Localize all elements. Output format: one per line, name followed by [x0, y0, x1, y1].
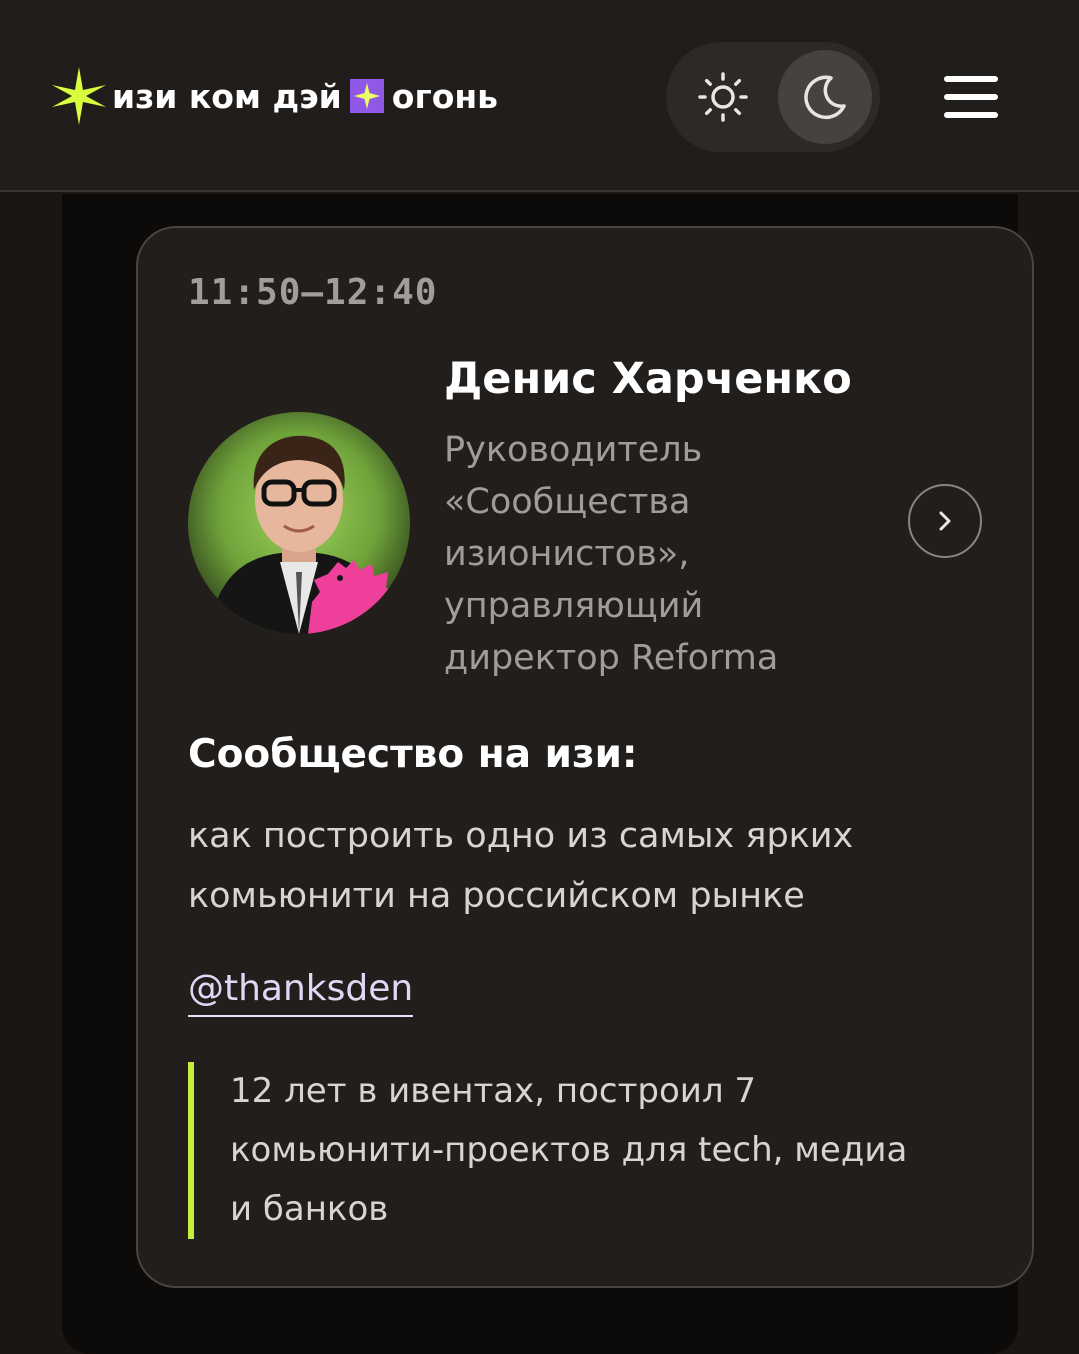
speaker-role: Руководитель «Сообщества изионистов», уп…: [444, 430, 779, 678]
speaker-avatar: [188, 412, 410, 634]
menu-bar: [944, 94, 998, 100]
sun-icon: [698, 72, 748, 122]
next-speaker-button[interactable]: [908, 484, 982, 558]
light-theme-button[interactable]: [676, 50, 770, 144]
talk-card: 11:50–12:40 Денис Харченко Руководитель …: [136, 226, 1034, 1288]
moon-icon: [804, 75, 846, 120]
sparkle-star-icon: [52, 67, 106, 125]
dark-theme-button[interactable]: [778, 50, 872, 144]
talk-subtitle: как построить одно из самых ярких комьюн…: [188, 816, 854, 916]
talk-title: Сообщество на изи:: [188, 732, 638, 777]
hamburger-menu-icon[interactable]: [940, 72, 1004, 122]
speaker-quote: 12 лет в ивентах, построил 7 комьюнити-п…: [188, 1062, 920, 1239]
theme-toggle: [666, 42, 880, 152]
logo-text-secondary: огонь: [391, 76, 499, 116]
speaker-name: Денис Харченко: [444, 354, 852, 404]
talk-time: 11:50–12:40: [188, 272, 438, 313]
logo-chip-icon: [349, 79, 384, 113]
site-logo[interactable]: изи ком дэй огонь: [48, 64, 498, 128]
speaker-handle-link[interactable]: @thanksden: [188, 968, 414, 1017]
logo-text-primary: изи ком дэй: [112, 76, 342, 116]
site-header: изи ком дэй огонь: [0, 0, 1079, 192]
chevron-right-icon: [939, 511, 951, 531]
menu-bar: [944, 112, 998, 118]
menu-bar: [944, 76, 998, 82]
